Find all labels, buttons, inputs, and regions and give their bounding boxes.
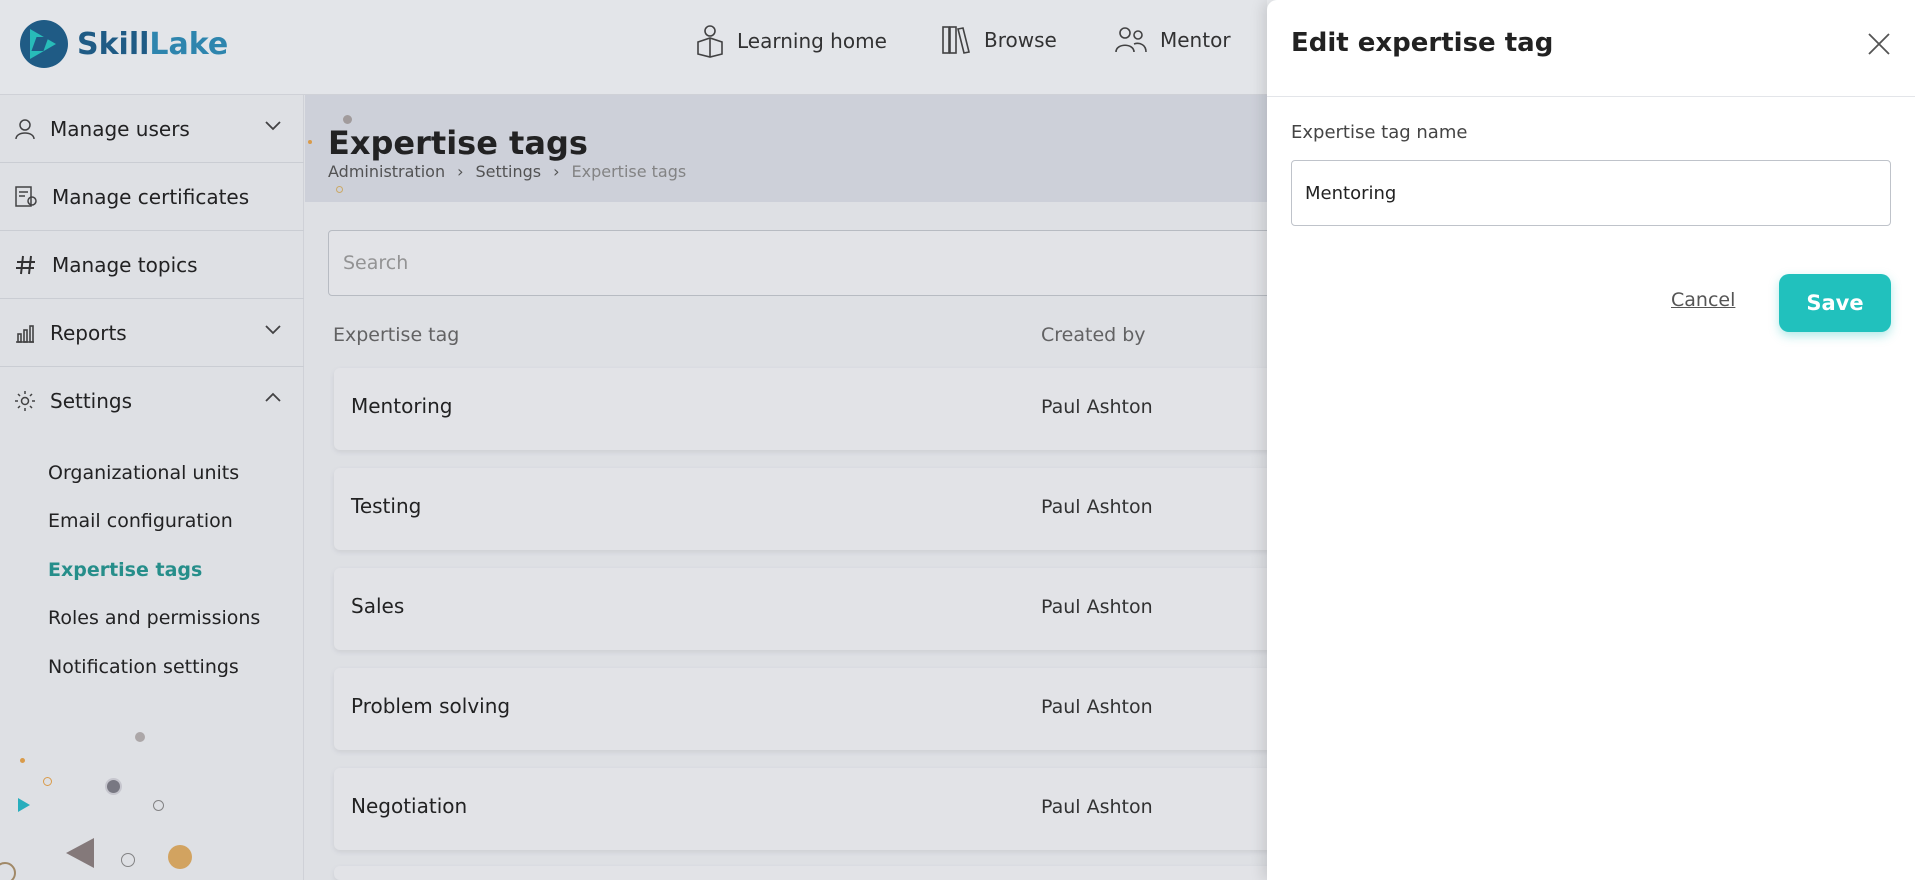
drawer-title: Edit expertise tag — [1291, 28, 1554, 58]
save-button[interactable]: Save — [1779, 274, 1891, 332]
close-icon[interactable] — [1865, 30, 1893, 58]
expertise-tag-name-field[interactable] — [1291, 160, 1891, 226]
expertise-tag-name-label: Expertise tag name — [1291, 122, 1468, 143]
edit-expertise-tag-drawer: Edit expertise tag Expertise tag name Ca… — [1267, 0, 1915, 880]
cancel-button[interactable]: Cancel — [1671, 289, 1735, 311]
modal-backdrop[interactable] — [0, 0, 1267, 880]
drawer-header: Edit expertise tag — [1267, 0, 1915, 97]
